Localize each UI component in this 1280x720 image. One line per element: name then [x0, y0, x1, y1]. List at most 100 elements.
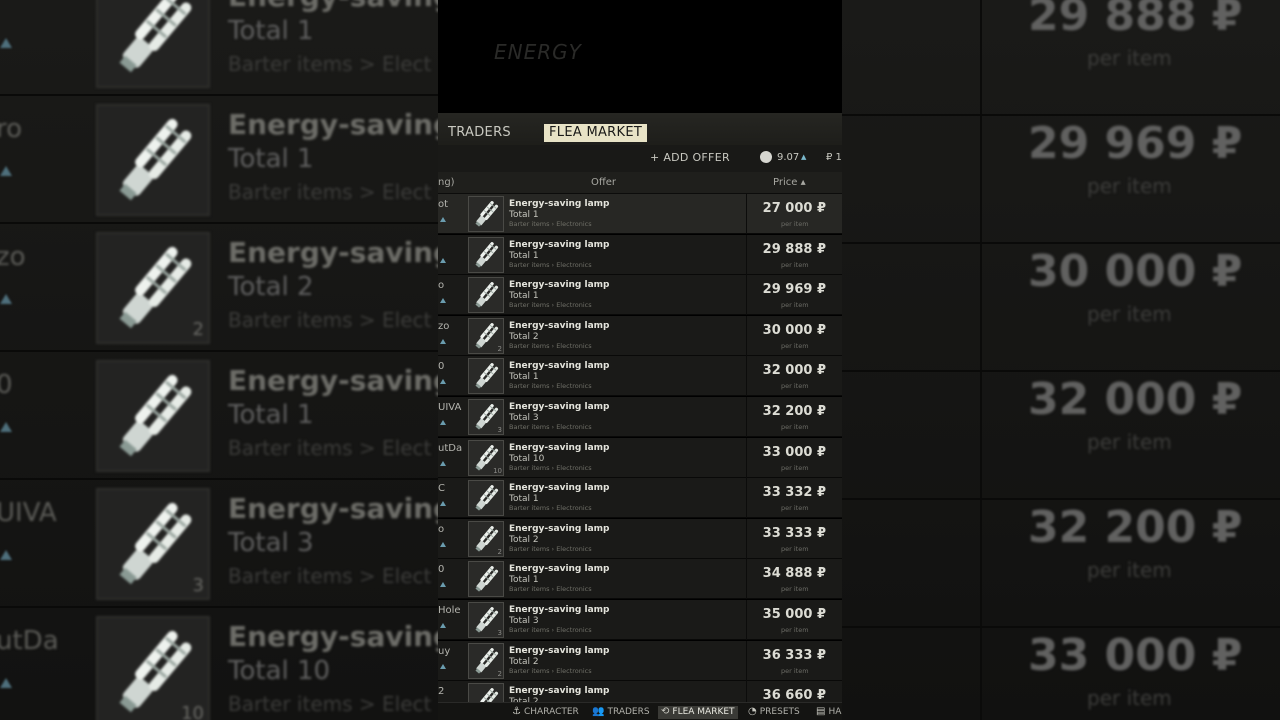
price-cell[interactable]: 27 000 ₽ per item: [746, 194, 842, 234]
seller-name[interactable]: o: [438, 524, 444, 535]
seller-rating-up-icon: [440, 663, 446, 669]
item-name: Energy-saving lamp: [509, 645, 610, 656]
offer-row[interactable]: o Energy-saving lamp Total 1 Barter items ›…: [438, 275, 842, 316]
anchor-icon: ⚓: [512, 706, 521, 717]
nav-hideout[interactable]: ▤ HA: [816, 706, 841, 719]
item-name: Energy-saving lamp: [509, 239, 610, 250]
seller-name[interactable]: Hole: [438, 605, 461, 616]
offer-row[interactable]: o 2 Energy-saving lamp Total 2 Barter items …: [438, 518, 842, 559]
energy-saving-lamp-icon[interactable]: 2: [468, 317, 504, 354]
bg-item-name: Energy-saving: [228, 108, 438, 141]
bg-per-item: per item: [1087, 430, 1172, 454]
item-category: Barter items › Electronics: [509, 585, 592, 594]
tab-flea-market[interactable]: FLEA MARKET: [544, 124, 648, 142]
energy-saving-lamp-icon: [96, 104, 210, 216]
energy-saving-lamp-icon[interactable]: [468, 196, 504, 232]
background-left: Energy-savingTotal 1Barter items > Elect…: [0, 0, 438, 720]
price-cell[interactable]: 30 000 ₽ per item: [746, 315, 842, 356]
bg-price: 32 200 ₽: [1028, 502, 1243, 553]
offer-price: 27 000 ₽: [762, 201, 826, 216]
bg-rating-up-icon: [0, 422, 12, 432]
bg-price: 32 000 ₽: [1028, 374, 1243, 425]
bg-item-category: Barter items > Elect: [228, 436, 432, 460]
seller-rating-up-icon: [440, 582, 446, 588]
offer-price: 33 332 ₽: [762, 485, 826, 501]
energy-saving-lamp-icon[interactable]: 10: [468, 439, 504, 476]
nav-flea-market[interactable]: ⟲ FLEA MARKET: [658, 706, 738, 719]
item-category: Barter items › Electronics: [509, 382, 592, 391]
bg-offer-row: zo 2 Energy-saving Total 2 Barter items > El…: [0, 224, 438, 352]
nav-character[interactable]: ⚓ CHARACTER: [512, 706, 579, 719]
bg-seller: UIVA: [0, 498, 57, 528]
nav-traders[interactable]: 👥 TRADERS: [592, 706, 650, 719]
seller-name[interactable]: utDa: [438, 443, 462, 454]
offer-row[interactable]: Hole 3 Energy-saving lamp Total 3 Barter ite…: [438, 600, 842, 640]
seller-name[interactable]: o: [438, 280, 444, 291]
seller-name[interactable]: uy: [438, 646, 450, 657]
offer-row[interactable]: uy 2 Energy-saving lamp Total 2 Barter items…: [438, 640, 842, 681]
price-cell[interactable]: 36 333 ₽ per item: [746, 640, 842, 681]
item-total: Total 2: [509, 534, 539, 545]
price-cell[interactable]: 33 333 ₽ per item: [746, 518, 842, 559]
price-cell[interactable]: 33 000 ₽ per item: [746, 437, 842, 478]
offer-price: 36 660 ₽: [762, 688, 826, 704]
seller-name[interactable]: zo: [438, 321, 449, 332]
column-rating[interactable]: ng): [438, 177, 455, 188]
nav-presets[interactable]: ◔ PRESETS: [748, 706, 800, 719]
item-category: Barter items › Electronics: [509, 423, 592, 431]
energy-saving-lamp-icon[interactable]: 3: [468, 602, 504, 638]
offer-row[interactable]: ot Energy-saving lamp Total 1 Barter items …: [438, 194, 842, 234]
offer-row[interactable]: 0 Energy-saving lamp Total 1 Barter items ›…: [438, 559, 842, 600]
column-price-sort[interactable]: Price ▴: [773, 177, 806, 188]
seller-name[interactable]: 2: [438, 686, 444, 697]
item-total: Total 3: [509, 616, 539, 626]
energy-saving-lamp-icon[interactable]: [468, 561, 504, 598]
offer-row[interactable]: C Energy-saving lamp Total 1 Barter items ›…: [438, 478, 842, 519]
tab-traders[interactable]: TRADERS: [448, 125, 511, 140]
bg-price-row: 32 000 ₽ per item: [842, 372, 1280, 500]
energy-saving-lamp-icon[interactable]: [468, 358, 504, 395]
seller-rating-up-icon: [440, 623, 446, 628]
offer-row[interactable]: zo 2 Energy-saving lamp Total 2 Barter items…: [438, 315, 842, 356]
offer-row[interactable]: 0 Energy-saving lamp Total 1 Barter items ›…: [438, 356, 842, 397]
seller-name[interactable]: 0: [438, 361, 444, 372]
add-offer-button[interactable]: + ADD OFFER: [650, 151, 730, 164]
price-cell[interactable]: 32 200 ₽ per item: [746, 397, 842, 437]
price-cell[interactable]: 32 000 ₽ per item: [746, 356, 842, 397]
seller-name[interactable]: ot: [438, 199, 448, 210]
bg-seller: 0: [0, 370, 13, 400]
price-cell[interactable]: 33 332 ₽ per item: [746, 478, 842, 519]
bg-item-category: Barter items > Elect: [228, 308, 432, 332]
seller-rating-up-icon: [440, 379, 446, 385]
offer-row[interactable]: utDa 10 Energy-saving lamp Total 10 Barter i…: [438, 437, 842, 478]
energy-saving-lamp-icon[interactable]: [468, 277, 504, 314]
seller-name[interactable]: 0: [438, 564, 444, 575]
price-cell[interactable]: 29 888 ₽ per item: [746, 234, 842, 275]
price-cell[interactable]: 35 000 ₽ per item: [746, 600, 842, 640]
bg-item-total: Total 10: [228, 656, 331, 686]
bg-rating-up-icon: [0, 678, 12, 688]
column-offer[interactable]: Offer: [591, 177, 616, 188]
energy-saving-lamp-icon[interactable]: [468, 236, 504, 273]
energy-saving-lamp-icon[interactable]: 2: [468, 642, 504, 679]
rating-icon: [760, 151, 772, 163]
seller-name[interactable]: C: [438, 483, 445, 494]
energy-saving-lamp-icon[interactable]: 3: [468, 399, 504, 435]
item-name: Energy-saving lamp: [509, 402, 610, 412]
energy-saving-lamp-icon[interactable]: 2: [468, 520, 504, 557]
bg-quantity: 3: [192, 575, 204, 596]
offer-row[interactable]: Energy-saving lamp Total 1 Barter items › …: [438, 234, 842, 275]
market-toolbar: + ADD OFFER 9.07 ▲ ₽ 1: [438, 145, 842, 172]
seller-name[interactable]: UIVA: [438, 402, 461, 413]
energy-saving-lamp-icon[interactable]: [468, 480, 504, 517]
offer-row[interactable]: UIVA 3 Energy-saving lamp Total 3 Barter ite…: [438, 397, 842, 437]
offers-header: ng) Offer Price ▴: [438, 172, 842, 194]
item-name: Energy-saving lamp: [509, 280, 610, 291]
item-category: Barter items › Electronics: [509, 220, 592, 228]
price-cell[interactable]: 34 888 ₽ per item: [746, 559, 842, 600]
item-category: Barter items › Electronics: [509, 544, 592, 553]
item-quantity: 10: [493, 466, 502, 475]
item-name: Energy-saving lamp: [509, 442, 610, 453]
price-cell[interactable]: 29 969 ₽ per item: [746, 275, 842, 316]
item-total: Total 1: [509, 250, 539, 261]
